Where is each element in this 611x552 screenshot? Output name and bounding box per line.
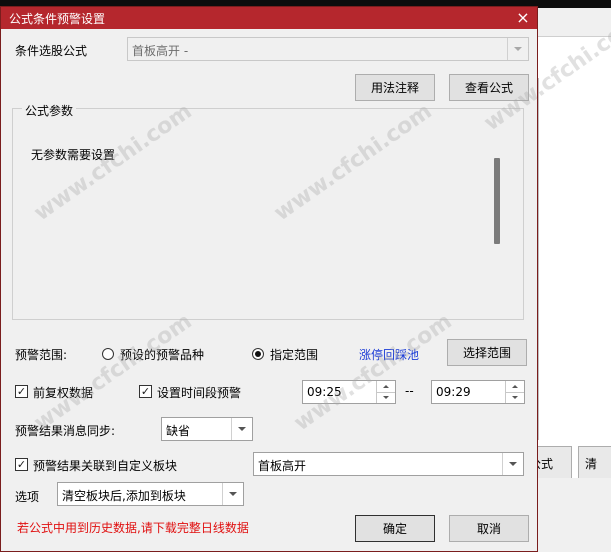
- params-group-title: 公式参数: [22, 102, 77, 119]
- background-panel: [538, 78, 611, 440]
- link-block-label: 预警结果关联到自定义板块: [33, 459, 178, 473]
- chevron-down-icon: [502, 453, 523, 475]
- block-select[interactable]: 首板高开: [253, 452, 524, 476]
- time-start-down-icon[interactable]: [377, 392, 395, 403]
- time-period-label: 设置时间段预警: [157, 386, 242, 400]
- close-icon[interactable]: ×: [513, 8, 533, 28]
- option-select-value: 清空板块后,添加到板块: [62, 489, 186, 503]
- time-start-value: 09:25: [307, 385, 342, 399]
- background-clear-button[interactable]: 清: [578, 446, 611, 480]
- sync-select[interactable]: 缺省: [161, 417, 253, 441]
- params-text: 无参数需要设置: [31, 148, 116, 162]
- radio-preset-range[interactable]: [102, 348, 114, 360]
- radio-preset-label: 预设的预警品种: [120, 348, 205, 362]
- select-range-button[interactable]: 选择范围: [447, 339, 527, 366]
- link-block-checkbox[interactable]: ✓: [15, 458, 28, 471]
- radio-custom-label: 指定范围: [270, 348, 319, 362]
- prior-rights-label: 前复权数据: [33, 386, 94, 400]
- range-pool-link[interactable]: 涨停回踩池: [359, 346, 419, 363]
- formula-select-value: 首板高开 -: [132, 44, 189, 58]
- ok-button[interactable]: 确定: [355, 515, 435, 542]
- option-label: 选项: [15, 490, 40, 504]
- formula-select[interactable]: 首板高开 -: [127, 37, 529, 61]
- time-period-checkbox[interactable]: ✓: [139, 385, 152, 398]
- time-end-stepper[interactable]: 09:29: [431, 380, 525, 404]
- prior-rights-checkbox[interactable]: ✓: [15, 385, 28, 398]
- time-separator: --: [405, 384, 414, 398]
- usage-notes-button[interactable]: 用法注释: [355, 74, 435, 101]
- dialog-titlebar[interactable]: 公式条件预警设置 ×: [1, 7, 537, 29]
- radio-custom-range[interactable]: [252, 348, 264, 360]
- background-toolbar: [538, 8, 611, 37]
- block-select-value: 首板高开: [258, 459, 307, 473]
- params-scrollbar[interactable]: [494, 158, 500, 244]
- background-bottom-area: [538, 478, 611, 552]
- chevron-down-icon: [231, 418, 252, 440]
- formula-label: 条件选股公式: [15, 44, 88, 58]
- params-group: [12, 108, 524, 320]
- range-label: 预警范围:: [15, 348, 68, 362]
- sync-select-value: 缺省: [166, 424, 191, 438]
- view-formula-button[interactable]: 查看公式: [449, 74, 529, 101]
- time-end-down-icon[interactable]: [506, 392, 524, 403]
- time-start-stepper[interactable]: 09:25: [302, 380, 396, 404]
- cancel-button[interactable]: 取消: [449, 515, 529, 542]
- history-data-warning: 若公式中用到历史数据,请下载完整日线数据: [17, 521, 249, 535]
- sync-label: 预警结果消息同步:: [15, 424, 116, 438]
- time-end-value: 09:29: [436, 385, 471, 399]
- chevron-down-icon: [507, 38, 528, 60]
- dialog-title: 公式条件预警设置: [9, 12, 106, 26]
- option-select[interactable]: 清空板块后,添加到板块: [57, 482, 244, 506]
- chevron-down-icon: [222, 483, 243, 505]
